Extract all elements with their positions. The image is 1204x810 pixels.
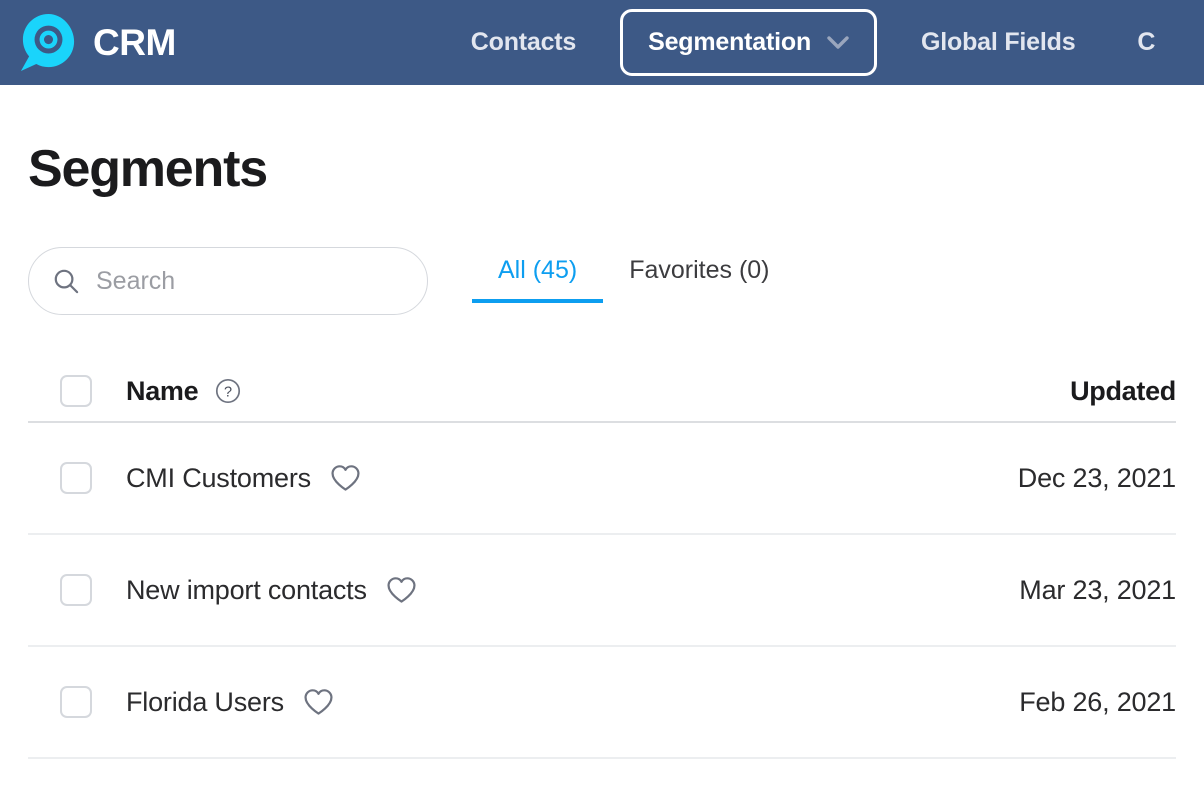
nav-item-overflow[interactable]: C [1107,28,1155,57]
column-header-updated-label: Updated [1070,375,1176,406]
table-row[interactable]: Florida Users Feb 26, 2021 [28,647,1176,759]
brand-logo-area[interactable]: CRM [17,11,176,74]
row-checkbox[interactable] [60,574,92,606]
nav-links: Contacts Segmentation Global Fields C [439,9,1155,76]
table-row[interactable]: CMI Customers Dec 23, 2021 [28,423,1176,535]
segments-table: Name ? Updated CMI Customers Dec 23, 202… [28,361,1176,759]
page-title: Segments [28,140,268,198]
row-select-cell [28,462,126,494]
column-header-name: Name ? [126,376,916,407]
row-updated-cell: Feb 26, 2021 [916,687,1176,718]
row-name-cell: CMI Customers [126,463,916,494]
table-header-row: Name ? Updated [28,361,1176,423]
row-updated-cell: Dec 23, 2021 [916,463,1176,494]
search-input[interactable] [96,266,396,296]
brand-name: CRM [93,22,176,63]
updated-date: Mar 23, 2021 [1019,574,1176,605]
segment-name-link[interactable]: CMI Customers [126,463,311,494]
crm-bubble-logo-icon [20,13,75,72]
table-row[interactable]: New import contacts Mar 23, 2021 [28,535,1176,647]
nav-item-segmentation[interactable]: Segmentation [620,9,878,76]
question-circle-icon[interactable]: ? [215,378,241,404]
row-checkbox[interactable] [60,686,92,718]
column-header-name-label: Name [126,375,199,406]
column-header-updated: Updated [916,376,1176,407]
row-select-cell [28,686,126,718]
search-icon [54,269,79,293]
row-updated-cell: Mar 23, 2021 [916,575,1176,606]
page-content: Segments All (45) Favorites (0) Name [0,143,1204,759]
select-all-checkbox[interactable] [60,375,92,407]
select-all-cell [28,375,126,407]
nav-item-segmentation-label: Segmentation [648,28,812,56]
updated-date: Feb 26, 2021 [1019,686,1176,717]
heart-outline-icon[interactable] [303,688,334,716]
tab-all[interactable]: All (45) [472,256,604,303]
search-box[interactable] [28,247,428,315]
nav-item-contacts[interactable]: Contacts [439,30,608,55]
nav-item-contacts-label: Contacts [470,28,577,56]
heart-outline-icon[interactable] [330,464,361,492]
row-name-cell: New import contacts [126,575,916,606]
updated-date: Dec 23, 2021 [1017,462,1176,493]
segment-filter-tabs: All (45) Favorites (0) [472,256,796,303]
top-navigation-bar: CRM Contacts Segmentation Global Fields … [0,0,1204,85]
segment-name-link[interactable]: Florida Users [126,687,284,718]
row-select-cell [28,574,126,606]
row-checkbox[interactable] [60,462,92,494]
segment-name-link[interactable]: New import contacts [126,575,367,606]
svg-text:?: ? [224,384,232,400]
heart-outline-icon[interactable] [386,576,417,604]
tab-favorites[interactable]: Favorites (0) [603,256,795,303]
nav-item-global-fields-label: Global Fields [921,28,1076,56]
chevron-down-icon [827,36,849,49]
row-name-cell: Florida Users [126,687,916,718]
filter-row: All (45) Favorites (0) [28,247,1176,315]
nav-item-global-fields[interactable]: Global Fields [889,30,1107,55]
